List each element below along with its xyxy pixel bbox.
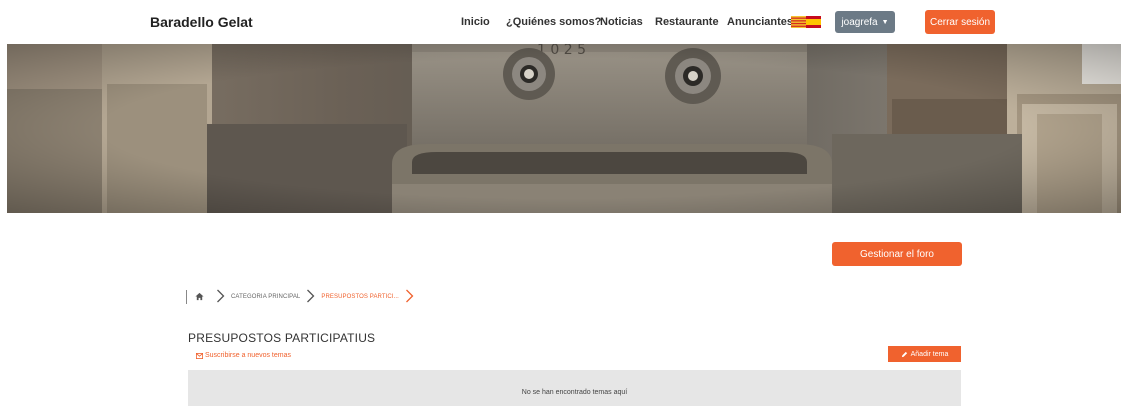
house-icon <box>195 292 204 300</box>
topics-empty-state: No se han encontrado temas aquí <box>188 370 961 406</box>
nav-link-quienes-somos[interactable]: ¿Quiénes somos? <box>506 16 601 28</box>
add-topic-label: Añadir tema <box>910 350 949 358</box>
language-flag-icon[interactable] <box>791 16 821 28</box>
forum-title: PRESUPOSTOS PARTICIPATIUS <box>188 331 376 345</box>
nav-link-restaurante[interactable]: Restaurante <box>655 16 719 28</box>
logout-button[interactable]: Cerrar sesión <box>925 10 995 34</box>
subscribe-link[interactable]: Suscribirse a nuevos temas <box>196 352 291 359</box>
catalan-flag-icon <box>791 16 806 28</box>
breadcrumb: CATEGORIA PRINCIPAL PRESUPOSTOS PARTICI.… <box>186 288 420 306</box>
nav-link-noticias[interactable]: Noticias <box>600 16 643 28</box>
chevron-right-icon <box>216 289 225 306</box>
chevron-right-icon <box>217 289 225 302</box>
subscribe-label: Suscribirse a nuevos temas <box>205 352 291 359</box>
spanish-flag-icon <box>806 16 821 28</box>
breadcrumb-item-categoria-principal[interactable]: CATEGORIA PRINCIPAL <box>231 294 300 300</box>
chevron-right-icon <box>307 289 315 302</box>
chevron-right-icon <box>306 289 315 306</box>
fountain-photo-icon: 1 0 2 5 <box>7 44 1121 213</box>
top-navbar: Baradello Gelat Inicio ¿Quiénes somos? N… <box>0 0 1136 44</box>
user-menu-label: joagrefa <box>841 16 878 28</box>
envelope-icon <box>196 352 203 359</box>
nav-link-inicio[interactable]: Inicio <box>461 16 490 28</box>
chevron-right-icon <box>405 289 414 306</box>
brand-logo-text[interactable]: Baradello Gelat <box>150 14 253 30</box>
user-menu-button[interactable]: joagrefa ▼ <box>835 11 895 33</box>
chevron-right-icon <box>405 289 414 302</box>
home-icon[interactable] <box>195 292 204 303</box>
nav-link-anunciantes[interactable]: Anunciantes <box>727 16 793 28</box>
breadcrumb-item-current[interactable]: PRESUPOSTOS PARTICI... <box>321 294 399 300</box>
caret-down-icon: ▼ <box>881 18 889 26</box>
pencil-icon <box>901 351 907 357</box>
empty-message: No se han encontrado temas aquí <box>521 389 628 396</box>
breadcrumb-divider <box>186 290 187 304</box>
add-topic-button[interactable]: Añadir tema <box>888 346 961 362</box>
hero-banner-image: 1 0 2 5 <box>7 44 1121 213</box>
manage-forum-button[interactable]: Gestionar el foro <box>832 242 962 266</box>
